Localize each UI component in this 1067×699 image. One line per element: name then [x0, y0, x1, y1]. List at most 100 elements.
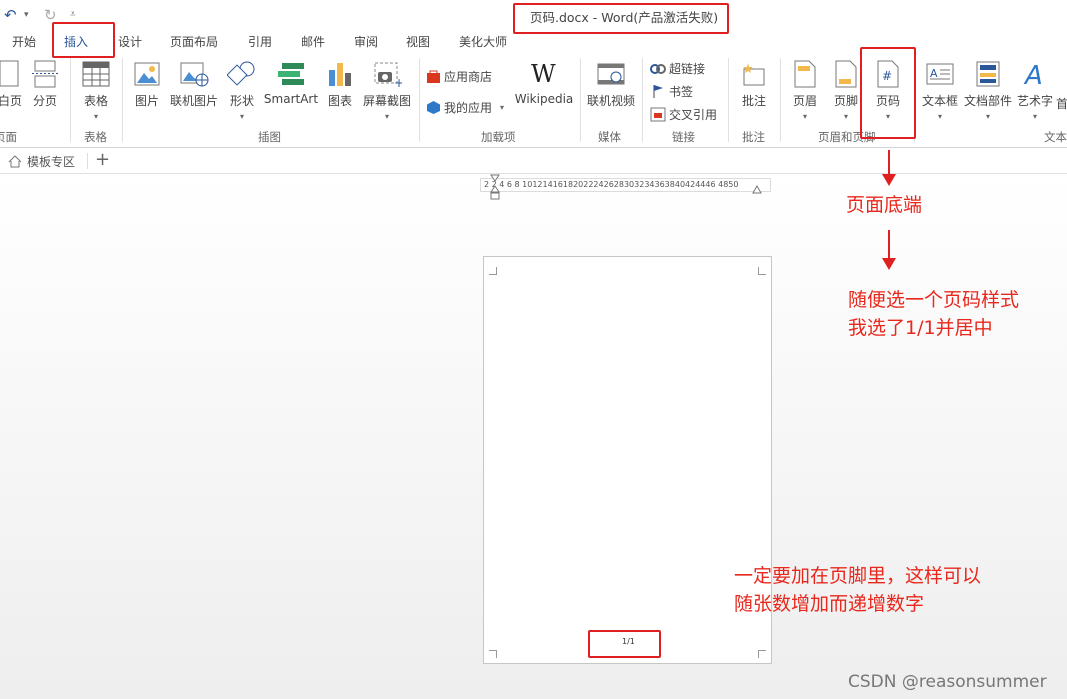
- home-icon: [8, 154, 22, 167]
- chart-icon: [329, 63, 351, 86]
- page-break-label: 分页: [32, 94, 57, 108]
- undo-dropdown-icon[interactable]: ▾: [24, 10, 29, 20]
- tab-mailings[interactable]: 邮件: [301, 33, 325, 50]
- highlight-title: [513, 3, 729, 34]
- horizontal-ruler[interactable]: 2 2 4 6 8 101214161820222426283032343638…: [480, 178, 771, 192]
- annotation-style-line2: 我选了1/1并居中: [848, 317, 993, 339]
- footer-button[interactable]: 页脚 ▾: [829, 60, 863, 121]
- blank-page-button[interactable]: 白页: [0, 60, 24, 109]
- separator: [642, 58, 643, 142]
- shapes-button[interactable]: 形状 ▾: [224, 60, 260, 121]
- smartart-button[interactable]: SmartArt: [263, 60, 319, 106]
- margin-mark: [758, 267, 766, 275]
- screenshot-icon: +: [374, 62, 402, 88]
- wikipedia-button[interactable]: W Wikipedia: [513, 60, 575, 106]
- hyperlink-button[interactable]: 超链接: [650, 60, 705, 77]
- app-store-button[interactable]: 应用商店: [426, 68, 492, 85]
- annotation-footer-line2: 随张数增加而递增数字: [734, 593, 925, 615]
- online-video-icon: [597, 63, 625, 85]
- add-tab-button[interactable]: +: [95, 149, 110, 170]
- picture-button[interactable]: 图片: [130, 60, 164, 109]
- quick-parts-icon: [976, 61, 1000, 87]
- comment-button[interactable]: 批注: [736, 60, 772, 109]
- textbox-button[interactable]: A 文本框 ▾: [920, 60, 960, 121]
- cross-reference-button[interactable]: 交叉引用: [650, 106, 717, 123]
- tab-home[interactable]: 开始: [12, 33, 36, 50]
- svg-text:+: +: [394, 76, 402, 88]
- tab-design[interactable]: 设计: [118, 33, 142, 50]
- header-button[interactable]: 页眉 ▾: [788, 60, 822, 121]
- chevron-down-icon: ▾: [843, 112, 848, 121]
- chart-label: 图表: [327, 94, 352, 108]
- chart-button[interactable]: 图表: [324, 60, 356, 109]
- chevron-down-icon: ▾: [802, 112, 807, 121]
- separator: [122, 58, 123, 142]
- store-icon: [427, 70, 440, 83]
- picture-label: 图片: [134, 94, 159, 108]
- table-icon: [82, 61, 110, 87]
- tab-view[interactable]: 视图: [406, 33, 430, 50]
- blank-page-label: 白页: [0, 94, 22, 108]
- online-picture-button[interactable]: 联机图片: [168, 60, 220, 109]
- online-picture-label: 联机图片: [169, 94, 218, 108]
- group-label-media: 媒体: [598, 130, 621, 144]
- group-label-text: 文本: [1044, 130, 1067, 144]
- page-break-button[interactable]: 分页: [30, 60, 60, 109]
- bookmark-button[interactable]: 书签: [650, 83, 693, 100]
- cross-reference-icon: [650, 107, 666, 122]
- margin-mark: [489, 267, 497, 275]
- shapes-label: 形状: [229, 94, 254, 108]
- chevron-down-icon: ▾: [1032, 112, 1037, 121]
- table-label: 表格: [83, 94, 108, 108]
- page-break-icon: [32, 60, 58, 88]
- online-picture-icon: [180, 62, 209, 87]
- annotation-page-bottom: 页面底端: [846, 194, 923, 216]
- tab-beautify[interactable]: 美化大师: [459, 33, 507, 50]
- wordart-icon: A: [1023, 61, 1043, 88]
- margin-mark: [758, 650, 766, 658]
- textbox-icon: A: [926, 63, 954, 85]
- group-label-pages: 页面: [0, 130, 17, 144]
- tab-references[interactable]: 引用: [248, 33, 272, 50]
- my-apps-button[interactable]: 我的应用 ▾: [426, 99, 504, 116]
- app-store-label: 应用商店: [444, 70, 493, 84]
- table-button[interactable]: 表格 ▾: [78, 60, 114, 121]
- annotation-footer-line1: 一定要加在页脚里，这样可以: [734, 565, 982, 587]
- wordart-button[interactable]: A 艺术字 ▾: [1016, 60, 1054, 121]
- footer-icon: [835, 60, 857, 88]
- screenshot-button[interactable]: + 屏幕截图 ▾: [360, 60, 414, 121]
- my-apps-label: 我的应用: [444, 101, 493, 115]
- textbox-label: 文本框: [921, 94, 958, 108]
- annotation-style-line1: 随便选一个页码样式: [848, 289, 1020, 311]
- undo-icon[interactable]: ↶: [4, 6, 17, 24]
- indent-marker-icon[interactable]: [490, 174, 502, 200]
- picture-icon: [134, 62, 160, 86]
- chevron-down-icon: ▾: [985, 112, 990, 121]
- comment-label: 批注: [741, 94, 766, 108]
- right-indent-marker-icon[interactable]: [752, 184, 762, 194]
- blank-page-icon: [0, 60, 19, 87]
- quick-parts-button[interactable]: 文档部件 ▾: [962, 60, 1014, 121]
- drop-cap-button[interactable]: 首: [1056, 95, 1067, 112]
- cross-reference-label: 交叉引用: [669, 108, 718, 122]
- margin-mark: [489, 650, 497, 658]
- wikipedia-label: Wikipedia: [514, 92, 574, 106]
- wordart-label: 艺术字: [1016, 94, 1053, 108]
- tab-review[interactable]: 审阅: [354, 33, 378, 50]
- tab-layout[interactable]: 页面布局: [170, 33, 218, 50]
- header-label: 页眉: [792, 94, 817, 108]
- footer-label: 页脚: [833, 94, 858, 108]
- separator: [580, 58, 581, 142]
- separator: [728, 58, 729, 142]
- svg-text:A: A: [930, 67, 938, 80]
- chevron-down-icon: ▾: [239, 112, 244, 121]
- arrow-down-icon: [882, 150, 896, 186]
- online-video-button[interactable]: 联机视频: [585, 60, 637, 109]
- smartart-label: SmartArt: [263, 92, 319, 106]
- customize-quick-access-icon[interactable]: ⩡: [70, 9, 76, 20]
- group-label-addins: 加载项: [481, 130, 516, 144]
- tab-template-zone[interactable]: 模板专区: [8, 153, 89, 169]
- svg-text:A: A: [1023, 61, 1043, 88]
- document-page[interactable]: 1/1: [483, 256, 772, 664]
- watermark: CSDN @reasonsummer: [848, 672, 1047, 692]
